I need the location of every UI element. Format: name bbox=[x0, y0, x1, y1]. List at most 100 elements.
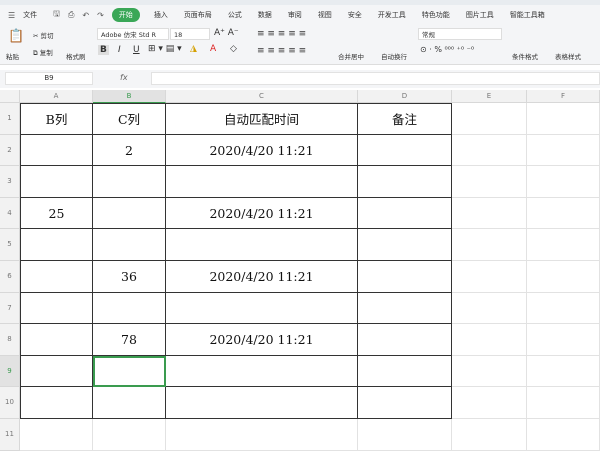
cell-D1[interactable]: 备注 bbox=[358, 103, 452, 135]
cell-A1[interactable]: B列 bbox=[20, 103, 93, 135]
cell-E6[interactable] bbox=[452, 261, 527, 293]
menu-icon[interactable]: ☰ bbox=[8, 11, 15, 20]
merge-center-button[interactable]: 合并居中 bbox=[338, 51, 364, 61]
row-header-4[interactable]: 4 bbox=[0, 197, 20, 230]
row-header-2[interactable]: 2 bbox=[0, 134, 20, 167]
file-menu[interactable]: 文件 bbox=[23, 10, 37, 20]
column-header-B[interactable]: B bbox=[93, 90, 166, 103]
cell-F4[interactable] bbox=[527, 197, 600, 230]
cell-E8[interactable] bbox=[452, 324, 527, 356]
italic-button[interactable]: I bbox=[118, 45, 121, 55]
cell-D6[interactable] bbox=[358, 261, 452, 293]
conditional-format-button[interactable]: 条件格式 bbox=[512, 51, 538, 61]
cell-B8[interactable]: 78 bbox=[93, 324, 166, 356]
cell-A11[interactable] bbox=[20, 419, 93, 451]
column-header-D[interactable]: D bbox=[358, 90, 452, 103]
border-icon[interactable]: ⊞ ▾ ▤ ▾ bbox=[148, 44, 182, 54]
tab-0[interactable]: 开始 bbox=[111, 8, 140, 22]
row-header-3[interactable]: 3 bbox=[0, 166, 20, 198]
copy-button[interactable]: ⧉ 复制 bbox=[33, 47, 53, 58]
underline-button[interactable]: U bbox=[133, 45, 140, 55]
cell-C11[interactable] bbox=[166, 419, 358, 451]
cell-E7[interactable] bbox=[452, 292, 527, 325]
cell-D9[interactable] bbox=[358, 355, 452, 388]
cell-A6[interactable] bbox=[20, 261, 93, 293]
font-size-increase-icon[interactable]: A⁺ A⁻ bbox=[214, 28, 239, 38]
cell-F11[interactable] bbox=[527, 419, 600, 451]
cell-C4[interactable]: 2020/4/20 11:21 bbox=[166, 197, 358, 230]
redo-icon[interactable]: ↷ bbox=[97, 11, 104, 20]
cell-C2[interactable]: 2020/4/20 11:21 bbox=[166, 134, 358, 167]
cell-B10[interactable] bbox=[93, 387, 166, 419]
cell-A4[interactable]: 25 bbox=[20, 197, 93, 230]
column-header-A[interactable]: A bbox=[20, 90, 93, 103]
cell-F10[interactable] bbox=[527, 387, 600, 419]
row-header-11[interactable]: 11 bbox=[0, 419, 20, 451]
cell-F5[interactable] bbox=[527, 229, 600, 261]
cell-C8[interactable]: 2020/4/20 11:21 bbox=[166, 324, 358, 356]
cell-E9[interactable] bbox=[452, 355, 527, 388]
cell-A5[interactable] bbox=[20, 229, 93, 261]
wrap-text-button[interactable]: 自动换行 bbox=[381, 51, 407, 61]
cell-F6[interactable] bbox=[527, 261, 600, 293]
row-header-9[interactable]: 9 bbox=[0, 355, 20, 388]
tab-6[interactable]: 视图 bbox=[318, 10, 332, 20]
align-h-icons[interactable]: ≡ ≡ ≡ ≡ ≡ bbox=[257, 46, 306, 56]
cell-B6[interactable]: 36 bbox=[93, 261, 166, 293]
font-select[interactable]: Adobe 仿宋 Std R bbox=[97, 28, 169, 40]
save-icon[interactable]: 🖫 bbox=[53, 8, 60, 22]
cell-B4[interactable] bbox=[93, 197, 166, 230]
cell-E1[interactable] bbox=[452, 103, 527, 135]
cell-C7[interactable] bbox=[166, 292, 358, 325]
cell-D3[interactable] bbox=[358, 166, 452, 198]
cell-E2[interactable] bbox=[452, 134, 527, 167]
cell-F9[interactable] bbox=[527, 355, 600, 388]
font-size-select[interactable]: 18 bbox=[170, 28, 210, 40]
cell-A7[interactable] bbox=[20, 292, 93, 325]
row-header-10[interactable]: 10 bbox=[0, 387, 20, 419]
row-header-8[interactable]: 8 bbox=[0, 324, 20, 356]
cell-B2[interactable]: 2 bbox=[93, 134, 166, 167]
tab-9[interactable]: 特色功能 bbox=[422, 10, 450, 20]
column-header-C[interactable]: C bbox=[166, 90, 358, 103]
cell-F7[interactable] bbox=[527, 292, 600, 325]
number-format-select[interactable]: 常规 bbox=[418, 28, 502, 40]
bold-button[interactable]: B bbox=[98, 45, 109, 55]
cell-E10[interactable] bbox=[452, 387, 527, 419]
row-header-1[interactable]: 1 bbox=[0, 103, 20, 135]
formula-input[interactable] bbox=[151, 72, 600, 85]
row-header-6[interactable]: 6 bbox=[0, 261, 20, 293]
cell-B5[interactable] bbox=[93, 229, 166, 261]
cut-button[interactable]: ✂ 剪切 bbox=[33, 30, 54, 40]
cell-C1[interactable]: 自动匹配时间 bbox=[166, 103, 358, 135]
row-header-5[interactable]: 5 bbox=[0, 229, 20, 261]
column-header-F[interactable]: F bbox=[527, 90, 600, 103]
format-painter-button[interactable]: 格式刷 bbox=[66, 51, 86, 61]
tab-2[interactable]: 页面布局 bbox=[184, 10, 212, 20]
column-header-E[interactable]: E bbox=[452, 90, 527, 103]
cell-A9[interactable] bbox=[20, 355, 93, 388]
name-box[interactable]: B9 bbox=[5, 72, 93, 85]
fx-icon[interactable]: fx bbox=[120, 73, 128, 82]
cell-E5[interactable] bbox=[452, 229, 527, 261]
print-icon[interactable]: ⎙ bbox=[68, 10, 74, 20]
cell-E11[interactable] bbox=[452, 419, 527, 451]
cell-B3[interactable] bbox=[93, 166, 166, 198]
tab-3[interactable]: 公式 bbox=[228, 10, 242, 20]
cell-F8[interactable] bbox=[527, 324, 600, 356]
tab-1[interactable]: 插入 bbox=[154, 10, 168, 20]
cell-E3[interactable] bbox=[452, 166, 527, 198]
align-icons[interactable]: ≡ ≡ ≡ ≡ ≡ bbox=[257, 29, 306, 39]
table-style-button[interactable]: 表格样式 bbox=[555, 51, 581, 61]
cell-C9[interactable] bbox=[166, 355, 358, 388]
cell-C6[interactable]: 2020/4/20 11:21 bbox=[166, 261, 358, 293]
cell-D11[interactable] bbox=[358, 419, 452, 451]
cell-C5[interactable] bbox=[166, 229, 358, 261]
cell-F2[interactable] bbox=[527, 134, 600, 167]
cell-D7[interactable] bbox=[358, 292, 452, 325]
tab-8[interactable]: 开发工具 bbox=[378, 10, 406, 20]
cell-E4[interactable] bbox=[452, 197, 527, 230]
tab-5[interactable]: 审阅 bbox=[288, 10, 302, 20]
cell-B1[interactable]: C列 bbox=[93, 103, 166, 135]
cell-D10[interactable] bbox=[358, 387, 452, 419]
